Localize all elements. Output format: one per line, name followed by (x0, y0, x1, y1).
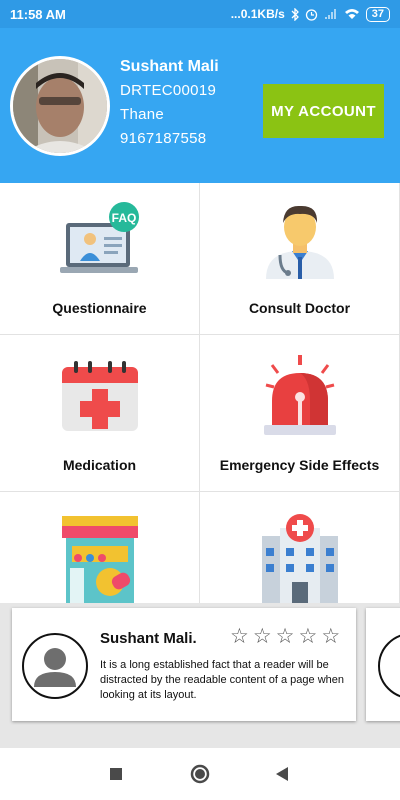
reviews-carousel[interactable]: Sushant Mali. ☆ ☆ ☆ ☆ ☆ It is a long est… (0, 603, 400, 748)
emergency-siren-icon (264, 355, 336, 435)
network-speed: ...0.1KB/s (230, 7, 285, 21)
menu-item-pharmacy[interactable] (0, 492, 200, 603)
signal-icon (324, 9, 336, 19)
reviewer-name: Sushant Mali. (100, 630, 197, 647)
menu-item-label: Questionnaire (52, 300, 147, 316)
calendar-medical-icon (62, 361, 138, 431)
status-time: 11:58 AM (10, 6, 66, 22)
menu-item-label: Medication (62, 457, 137, 473)
doctor-icon (266, 205, 334, 279)
profile-phone: 9167187558 (120, 130, 207, 147)
next-review-card[interactable] (366, 608, 400, 721)
bluetooth-icon (291, 7, 299, 21)
alarm-icon (305, 8, 317, 21)
review-text: It is a long established fact that a rea… (100, 659, 345, 701)
faq-laptop-icon: FAQ (60, 202, 139, 273)
star-icon[interactable]: ☆ (230, 626, 249, 648)
review-card[interactable]: Sushant Mali. ☆ ☆ ☆ ☆ ☆ It is a long est… (12, 608, 356, 721)
reviewer-avatar-icon (378, 633, 400, 699)
star-icon[interactable]: ☆ (276, 626, 295, 648)
rating-stars[interactable]: ☆ ☆ ☆ ☆ ☆ (230, 626, 340, 648)
home-icon[interactable] (188, 762, 212, 786)
profile-name: Sushant Mali (120, 58, 219, 75)
status-icons: ...0.1KB/s 37 (230, 6, 390, 22)
profile-info: Sushant Mali DRTEC00019 Thane 9167187558 (120, 58, 219, 154)
profile-city: Thane (120, 106, 165, 123)
app-screen: 11:58 AM ...0.1KB/s 37 Sushant Mali DRTE… (0, 0, 400, 800)
profile-photo[interactable] (10, 56, 110, 156)
hospital-icon (262, 514, 338, 603)
battery-icon: 37 (365, 6, 390, 22)
star-icon[interactable]: ☆ (321, 626, 340, 648)
back-icon[interactable] (270, 762, 294, 786)
menu-item-hospital[interactable] (200, 492, 400, 603)
profile-code: DRTEC00019 (120, 82, 217, 99)
star-icon[interactable]: ☆ (253, 626, 272, 648)
pharmacy-store-icon (62, 516, 138, 603)
system-nav-bar (0, 748, 400, 800)
menu-item-label: Emergency Side Effects (219, 457, 380, 473)
svg-text:FAQ: FAQ (112, 211, 137, 225)
menu-item-questionnaire[interactable]: FAQ Questionnaire (0, 183, 200, 335)
status-bar: 11:58 AM ...0.1KB/s 37 (0, 0, 400, 28)
menu-grid: FAQ Questionnaire Consult Doctor Medicat… (0, 183, 400, 603)
wifi-icon (344, 9, 359, 19)
profile-header: Sushant Mali DRTEC00019 Thane 9167187558… (0, 28, 400, 183)
recent-apps-icon[interactable] (104, 762, 128, 786)
menu-item-label: Consult Doctor (248, 300, 351, 316)
menu-item-medication[interactable]: Medication (0, 335, 200, 492)
reviewer-avatar-icon (22, 633, 88, 699)
my-account-button[interactable]: MY ACCOUNT (263, 84, 384, 138)
menu-item-emergency-side-effects[interactable]: Emergency Side Effects (200, 335, 400, 492)
star-icon[interactable]: ☆ (298, 626, 317, 648)
profile-photo-image (13, 59, 107, 153)
menu-item-consult-doctor[interactable]: Consult Doctor (200, 183, 400, 335)
